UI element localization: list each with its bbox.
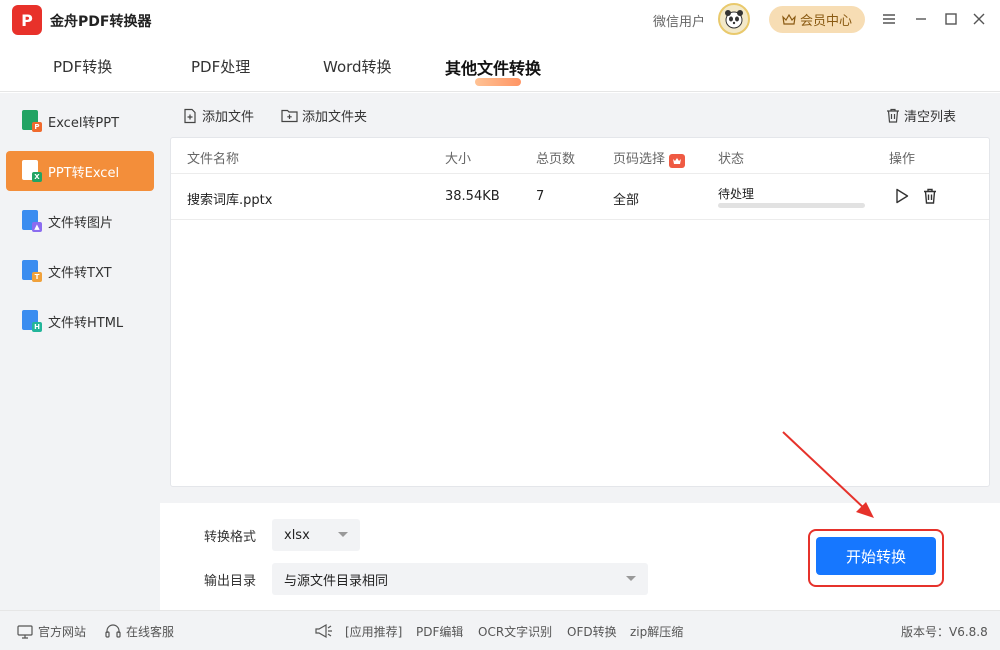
format-select[interactable]: xlsx: [272, 519, 360, 551]
clear-list-button[interactable]: 清空列表: [886, 106, 956, 125]
chevron-down-icon: [626, 576, 636, 581]
header-page-select-label: 页码选择: [613, 152, 666, 167]
start-convert-button[interactable]: 开始转换: [816, 537, 936, 575]
main-panel: 添加文件 添加文件夹 清空列表 文件名称 大小 总页数 页码选择 状态 操作 搜…: [160, 93, 1000, 503]
minimize-icon[interactable]: [910, 8, 932, 30]
sidebar-item-excel-to-ppt[interactable]: P Excel转PPT: [6, 101, 154, 141]
logo-letter: P: [21, 10, 33, 30]
online-support-label: 在线客服: [126, 625, 175, 639]
sidebar-item-file-to-txt[interactable]: T 文件转TXT: [6, 251, 154, 291]
title-bar: P 金舟PDF转换器 微信用户 会员中心: [0, 0, 1000, 40]
output-value: 与源文件目录相同: [284, 573, 389, 589]
footer-link-ocr[interactable]: OCR文字识别: [478, 623, 552, 640]
tab-pdf-convert[interactable]: PDF转换: [53, 56, 112, 77]
footer-link-ofd[interactable]: OFD转换: [567, 623, 617, 640]
online-support-link[interactable]: 在线客服: [105, 623, 174, 640]
tab-word-convert[interactable]: Word转换: [323, 56, 392, 77]
format-label: 转换格式: [204, 530, 257, 545]
app-title: 金舟PDF转换器: [50, 14, 152, 30]
tab-pdf-process[interactable]: PDF处理: [191, 56, 250, 77]
header-file-name: 文件名称: [187, 152, 240, 167]
footer: 官方网站 在线客服 [应用推荐] PDF编辑 OCR文字识别 OFD转换 zip…: [0, 610, 1000, 650]
sidebar-item-label: Excel转PPT: [48, 115, 120, 131]
cell-page-select[interactable]: 全部: [613, 189, 639, 208]
excel-to-ppt-icon: P: [22, 110, 42, 132]
user-avatar[interactable]: [718, 3, 750, 35]
maximize-icon[interactable]: [940, 8, 962, 30]
file-to-html-icon: H: [22, 310, 42, 332]
monitor-icon: [17, 624, 33, 639]
table-header: 文件名称 大小 总页数 页码选择 状态 操作: [171, 138, 989, 174]
progress-bar: [718, 203, 865, 208]
ppt-to-excel-icon: X: [22, 160, 42, 182]
add-file-icon: [184, 108, 196, 123]
megaphone-icon: [314, 623, 334, 639]
delete-icon[interactable]: [921, 187, 939, 205]
tab-other-convert[interactable]: 其他文件转换: [445, 55, 541, 79]
crown-icon: [782, 13, 796, 25]
output-select[interactable]: 与源文件目录相同: [272, 563, 648, 595]
footer-link-zip[interactable]: zip解压缩: [630, 623, 683, 640]
chevron-down-icon: [338, 532, 348, 537]
header-status: 状态: [718, 152, 745, 167]
version-label: 版本号：V6.8.8: [901, 625, 988, 639]
sidebar-item-ppt-to-excel[interactable]: X PPT转Excel: [6, 151, 154, 191]
header-pages: 总页数: [536, 152, 576, 167]
official-website-link[interactable]: 官方网站: [17, 623, 86, 640]
add-folder-label: 添加文件夹: [302, 110, 368, 125]
cell-status: 待处理: [718, 187, 755, 201]
sidebar-item-file-to-image[interactable]: ▲ 文件转图片: [6, 201, 154, 241]
sidebar-item-label: PPT转Excel: [48, 165, 120, 181]
header-size: 大小: [445, 152, 472, 167]
footer-link-app-recommend[interactable]: [应用推荐]: [345, 623, 402, 640]
add-file-button[interactable]: 添加文件: [182, 106, 254, 125]
clear-list-label: 清空列表: [904, 110, 957, 125]
active-tab-indicator: [475, 78, 521, 86]
add-folder-button[interactable]: 添加文件夹: [281, 106, 367, 125]
file-to-txt-icon: T: [22, 260, 42, 282]
header-page-select: 页码选择: [613, 148, 686, 168]
settings-panel: 转换格式 xlsx 输出目录 与源文件目录相同 开始转换: [160, 503, 1000, 610]
file-table: 文件名称 大小 总页数 页码选择 状态 操作 搜索词库.pptx 38.54KB…: [170, 137, 990, 487]
sidebar-item-label: 文件转HTML: [48, 315, 124, 331]
cell-size: 38.54KB: [445, 189, 500, 204]
member-center-label: 会员中心: [799, 14, 852, 29]
sidebar: P Excel转PPT X PPT转Excel ▲ 文件转图片 T 文件转TXT…: [0, 93, 160, 610]
panda-avatar-icon: [725, 10, 743, 29]
vip-crown-icon: [669, 154, 686, 168]
official-website-label: 官方网站: [38, 625, 87, 639]
sidebar-item-label: 文件转TXT: [48, 265, 112, 281]
headset-icon: [105, 624, 121, 638]
cell-pages: 7: [536, 189, 545, 204]
sidebar-item-label: 文件转图片: [48, 215, 114, 231]
file-to-image-icon: ▲: [22, 210, 42, 232]
sidebar-item-file-to-html[interactable]: H 文件转HTML: [6, 301, 154, 341]
play-icon[interactable]: [893, 187, 911, 205]
trash-icon: [887, 108, 899, 123]
user-name[interactable]: 微信用户: [653, 11, 705, 30]
output-label: 输出目录: [204, 574, 257, 589]
footer-link-pdf-edit[interactable]: PDF编辑: [416, 623, 463, 640]
close-icon[interactable]: [968, 8, 990, 30]
header-actions: 操作: [889, 152, 916, 167]
table-row[interactable]: 搜索词库.pptx 38.54KB 7 全部 待处理: [171, 174, 989, 220]
app-logo: P: [12, 5, 42, 35]
add-folder-icon: [281, 109, 298, 123]
add-file-label: 添加文件: [202, 110, 255, 125]
menu-icon[interactable]: [878, 8, 900, 30]
member-center-button[interactable]: 会员中心: [769, 6, 865, 33]
format-value: xlsx: [284, 527, 310, 543]
cell-file-name: 搜索词库.pptx: [187, 193, 273, 208]
